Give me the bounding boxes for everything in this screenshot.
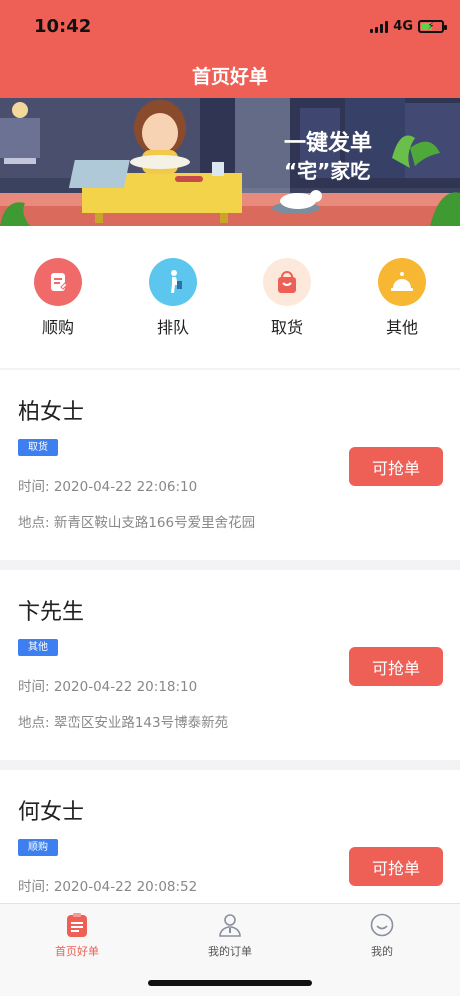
page-title: 首页好单 bbox=[191, 66, 268, 88]
network-type: 4G bbox=[393, 19, 413, 34]
banner-illustration: 一键发单 “宅”家吃 bbox=[0, 98, 460, 226]
tab-label: 我的 bbox=[371, 945, 393, 958]
customer-name: 卞先生 bbox=[18, 600, 85, 625]
grab-order-button[interactable]: 可抢单 bbox=[349, 447, 443, 486]
category-quhuo[interactable]: 取货 bbox=[247, 258, 327, 338]
shopping-bag-icon bbox=[263, 258, 311, 306]
category-label: 排队 bbox=[156, 318, 189, 337]
user-icon bbox=[217, 912, 243, 938]
order-type-badge: 其他 bbox=[18, 639, 58, 656]
header: 10:42 4G ⚡ 首页好单 bbox=[0, 0, 460, 98]
promo-banner[interactable]: 一键发单 “宅”家吃 bbox=[0, 98, 460, 226]
order-type-badge: 取货 bbox=[18, 439, 58, 456]
tab-label: 我的订单 bbox=[208, 945, 252, 958]
clipboard-list-icon bbox=[64, 912, 90, 938]
category-label: 取货 bbox=[270, 318, 303, 337]
person-walking-icon bbox=[149, 258, 197, 306]
tab-profile[interactable]: 我的 bbox=[337, 912, 427, 959]
category-label: 顺购 bbox=[41, 318, 74, 337]
grab-order-button[interactable]: 可抢单 bbox=[349, 847, 443, 886]
tab-my-orders[interactable]: 我的订单 bbox=[185, 912, 275, 959]
category-shungou[interactable]: 顺购 bbox=[18, 258, 98, 338]
customer-name: 何女士 bbox=[18, 800, 85, 825]
banner-line2: “宅”家吃 bbox=[284, 159, 370, 183]
banner-line1: 一键发单 bbox=[284, 130, 372, 156]
service-bell-icon bbox=[378, 258, 426, 306]
status-indicators: 4G ⚡ bbox=[370, 19, 447, 34]
grab-order-button[interactable]: 可抢单 bbox=[349, 647, 443, 686]
signal-icon bbox=[370, 20, 389, 33]
category-paidui[interactable]: 排队 bbox=[133, 258, 213, 338]
order-time: 时间: 2020-04-22 20:18:10 bbox=[18, 679, 198, 695]
battery-icon: ⚡ bbox=[418, 20, 447, 33]
tab-home-orders[interactable]: 首页好单 bbox=[32, 912, 122, 959]
status-time: 10:42 bbox=[34, 16, 92, 37]
edit-note-icon bbox=[34, 258, 82, 306]
order-address: 地点: 翠峦区安业路143号博泰新苑 bbox=[18, 715, 229, 731]
order-time: 时间: 2020-04-22 20:08:52 bbox=[18, 879, 198, 895]
customer-name: 柏女士 bbox=[18, 400, 85, 425]
home-indicator[interactable] bbox=[148, 980, 312, 986]
order-type-badge: 顺购 bbox=[18, 839, 58, 856]
order-address: 地点: 新青区鞍山支路166号爱里舍花园 bbox=[18, 515, 256, 531]
category-label: 其他 bbox=[385, 318, 418, 337]
smiley-face-icon bbox=[369, 912, 395, 938]
order-time: 时间: 2020-04-22 22:06:10 bbox=[18, 479, 198, 495]
order-card[interactable]: 柏女士 取货 时间: 2020-04-22 22:06:10 地点: 新青区鞍山… bbox=[0, 370, 460, 560]
order-card[interactable]: 何女士 顺购 时间: 2020-04-22 20:08:52 可抢单 bbox=[0, 770, 460, 904]
bottom-tab-bar: 首页好单 我的订单 我的 bbox=[0, 903, 460, 996]
category-qita[interactable]: 其他 bbox=[362, 258, 442, 338]
tab-label: 首页好单 bbox=[55, 945, 99, 958]
category-grid: 顺购 排队 取货 其他 bbox=[0, 226, 460, 368]
order-card[interactable]: 卞先生 其他 时间: 2020-04-22 20:18:10 地点: 翠峦区安业… bbox=[0, 570, 460, 760]
